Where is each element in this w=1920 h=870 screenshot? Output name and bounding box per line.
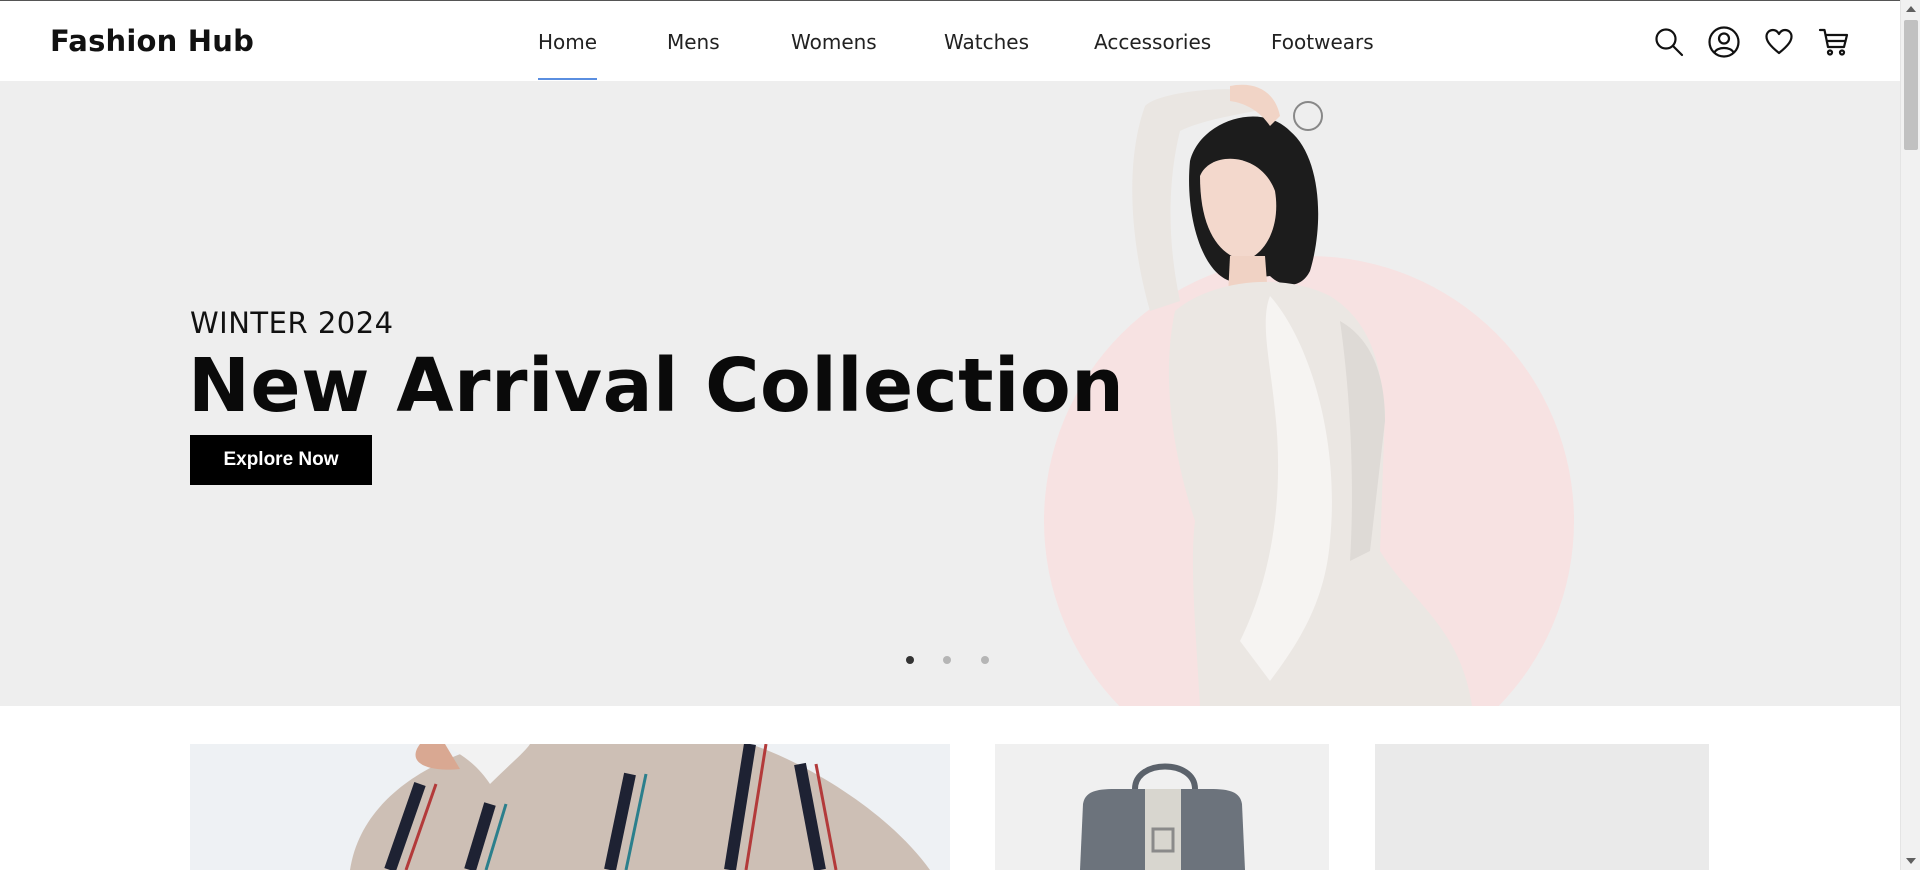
carousel-dot-3[interactable] [981,656,989,664]
cart-icon[interactable] [1817,25,1851,59]
carousel-dot-1[interactable] [906,656,914,664]
nav-item-accessories[interactable]: Accessories [1094,30,1211,54]
category-tile-accessories[interactable] [995,744,1329,870]
explore-now-button[interactable]: Explore Now [190,435,372,485]
hero-model-image [1132,84,1472,706]
category-tile-mens[interactable] [190,744,950,870]
nav-item-mens[interactable]: Mens [667,30,720,54]
heart-icon[interactable] [1762,25,1796,59]
scrollbar-thumb[interactable] [1904,20,1918,150]
brand-logo[interactable]: Fashion Hub [50,24,254,58]
site-header: Fashion Hub Home Mens Womens Watches Acc… [0,1,1900,81]
nav-item-footwears[interactable]: Footwears [1271,30,1374,54]
carousel-dot-2[interactable] [943,656,951,664]
page-scrollbar[interactable] [1900,0,1920,870]
nav-item-watches[interactable]: Watches [944,30,1029,54]
scroll-up-arrow-icon[interactable] [1906,6,1916,12]
category-tile-placeholder[interactable] [1375,744,1709,870]
striped-shirt-image [190,744,950,870]
hero-eyebrow: WINTER 2024 [190,306,394,340]
hero-banner: WINTER 2024 New Arrival Collection Explo… [0,81,1900,706]
scroll-down-arrow-icon[interactable] [1906,858,1916,864]
nav-item-womens[interactable]: Womens [791,30,877,54]
backpack-image [995,744,1329,870]
hero-title: New Arrival Collection [188,343,1125,429]
user-account-icon[interactable] [1707,25,1741,59]
nav-item-home[interactable]: Home [538,30,598,80]
search-icon[interactable] [1652,25,1686,59]
